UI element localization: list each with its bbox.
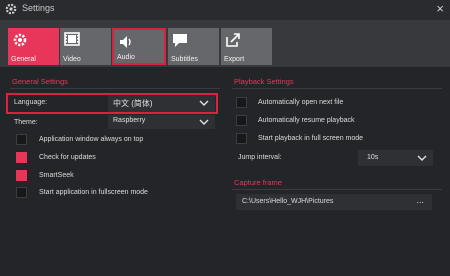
- close-icon[interactable]: ×: [436, 1, 444, 16]
- tab-video[interactable]: Video: [60, 28, 111, 65]
- chevron-down-icon: [417, 155, 427, 161]
- jump-interval-value: 10s: [367, 154, 379, 161]
- option-label: Start application in fullscreen mode: [39, 189, 148, 196]
- film-icon: [64, 32, 80, 46]
- gear-icon: [5, 3, 17, 15]
- theme-label: Theme:: [14, 119, 38, 126]
- theme-value: Raspberry: [113, 117, 146, 124]
- open-next-checkbox[interactable]: [236, 97, 247, 108]
- option-label: Start playback in full screen mode: [258, 135, 364, 142]
- tab-label: Audio: [117, 54, 135, 61]
- option-label: Automatically resume playback: [258, 117, 355, 124]
- tab-label: General: [11, 56, 36, 63]
- jump-interval-select[interactable]: 10s: [358, 150, 433, 166]
- option-label: SmartSeek: [39, 172, 74, 179]
- jump-interval-label: Jump interval:: [238, 154, 282, 161]
- tab-bar: General Video Audio Subtitles Export: [0, 20, 450, 67]
- option-label: Application window always on top: [39, 136, 144, 143]
- speech-bubble-icon: [173, 34, 187, 47]
- browse-button[interactable]: ...: [416, 195, 424, 205]
- theme-select[interactable]: Raspberry: [108, 115, 215, 129]
- chevron-down-icon: [199, 100, 209, 106]
- chevron-down-icon: [199, 119, 209, 125]
- resume-playback-checkbox[interactable]: [236, 115, 247, 126]
- option-label: Check for updates: [39, 154, 96, 161]
- capture-frame-title: Capture frame: [234, 178, 282, 187]
- fullscreen-start-checkbox[interactable]: [16, 187, 27, 198]
- always-on-top-checkbox[interactable]: [16, 134, 27, 145]
- tab-label: Export: [224, 56, 245, 63]
- window-title: Settings: [22, 3, 55, 13]
- language-value: 中文 (简体): [113, 99, 153, 108]
- divider: [10, 88, 220, 89]
- tab-subtitles[interactable]: Subtitles: [168, 28, 219, 65]
- language-select[interactable]: 中文 (简体): [108, 95, 215, 112]
- speaker-icon: [120, 36, 131, 48]
- tab-audio[interactable]: Audio: [112, 28, 166, 65]
- gear-icon: [13, 33, 27, 47]
- general-settings-title: General Settings: [12, 77, 68, 86]
- check-updates-checkbox[interactable]: [16, 152, 27, 163]
- language-label: Language:: [14, 99, 48, 106]
- capture-path-value: C:\Users\Hello_WJH\Pictures: [242, 198, 334, 205]
- title-bar: Settings ×: [0, 0, 450, 21]
- fullscreen-playback-checkbox[interactable]: [236, 133, 247, 144]
- capture-path-field[interactable]: C:\Users\Hello_WJH\Pictures ...: [236, 194, 432, 210]
- option-label: Automatically open next file: [258, 99, 344, 106]
- smartseek-checkbox[interactable]: [16, 170, 27, 181]
- tab-general[interactable]: General: [8, 28, 59, 65]
- divider: [232, 189, 442, 190]
- tab-export[interactable]: Export: [221, 28, 272, 65]
- divider: [232, 88, 442, 89]
- playback-settings-title: Playback Settings: [234, 77, 294, 86]
- tab-label: Video: [63, 56, 81, 63]
- tab-label: Subtitles: [171, 56, 198, 63]
- export-icon: [226, 33, 240, 47]
